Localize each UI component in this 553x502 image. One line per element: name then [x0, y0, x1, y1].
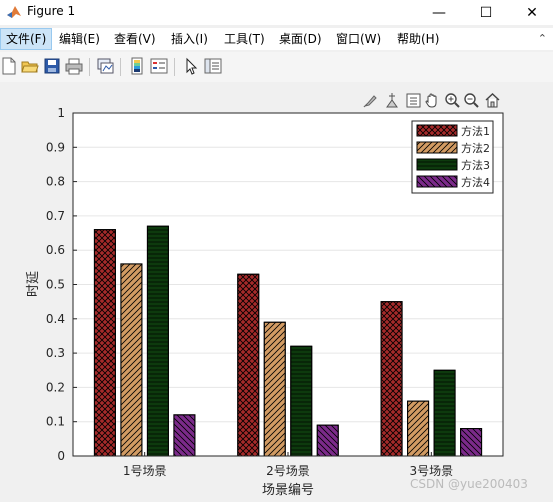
matlab-logo-icon: [7, 6, 21, 18]
bar-hatch: [460, 428, 483, 457]
menu-desktop[interactable]: 桌面(D): [274, 28, 327, 50]
close-button[interactable]: ✕: [509, 0, 553, 25]
legend-label: 方法3: [461, 158, 490, 172]
legend[interactable]: 方法1 方法2 方法3 方法4: [411, 120, 494, 194]
bar-hatch: [316, 424, 339, 457]
save-icon[interactable]: [43, 57, 61, 75]
y-axis-label: 时延: [26, 271, 41, 297]
y-tick-label: 0.8: [46, 175, 65, 189]
open-file-icon[interactable]: [21, 57, 39, 75]
legend-label: 方法4: [461, 175, 490, 189]
minimize-button[interactable]: —: [416, 0, 462, 25]
y-tick-label: 0.1: [46, 415, 65, 429]
select-arrow-icon[interactable]: [182, 57, 200, 75]
property-inspector-icon[interactable]: [204, 57, 222, 75]
y-ticks: 0 0.1 0.2 0.3 0.4 0.5 0.6 0.7 0.8 0.9 1: [46, 106, 77, 463]
bar-hatch: [146, 225, 169, 457]
watermark: CSDN @yue200403: [410, 477, 528, 491]
collapse-menu-icon[interactable]: ⌃: [538, 32, 547, 45]
y-tick-label: 0.5: [46, 278, 65, 292]
y-tick-label: 0.7: [46, 209, 65, 223]
menu-help[interactable]: 帮助(H): [392, 28, 444, 50]
toolbar-separator: [89, 58, 90, 76]
y-tick-label: 0.3: [46, 346, 65, 360]
legend-label: 方法2: [461, 141, 490, 155]
menu-edit[interactable]: 编辑(E): [54, 28, 105, 50]
bar-hatch: [120, 263, 143, 457]
y-tick-label: 0.4: [46, 312, 65, 326]
x-tick-label: 2号场景: [266, 464, 310, 478]
legend-swatch-hatch: [416, 175, 458, 188]
bar-chart: 0 0.1 0.2 0.3 0.4 0.5 0.6 0.7 0.8 0.9 1 1号场景 2号场景 3号…: [26, 106, 504, 498]
bar-hatch: [433, 369, 456, 457]
bar-hatch: [173, 414, 196, 457]
toolbar-separator: [174, 58, 175, 76]
menu-bar: 文件(F) 编辑(E) 查看(V) 插入(I) 工具(T) 桌面(D) 窗口(W…: [0, 28, 553, 50]
y-tick-label: 0.9: [46, 140, 65, 154]
y-tick-label: 1: [57, 106, 65, 120]
bar-hatch: [380, 301, 403, 457]
y-tick-label: 0: [57, 449, 65, 463]
colorbar-icon[interactable]: [128, 57, 146, 75]
maximize-button[interactable]: ☐: [463, 0, 509, 25]
legend-icon[interactable]: [150, 57, 168, 75]
print-icon[interactable]: [65, 57, 83, 75]
link-plot-icon[interactable]: [96, 57, 114, 75]
legend-swatch-hatch: [416, 158, 458, 171]
x-axis-label: 场景编号: [262, 483, 314, 498]
bar-hatch: [290, 345, 313, 457]
figure-toolbar: [0, 52, 553, 82]
y-tick-label: 0.6: [46, 243, 65, 257]
bar-hatch: [237, 273, 260, 457]
legend-label: 方法1: [461, 124, 490, 138]
menu-insert[interactable]: 插入(I): [166, 28, 213, 50]
legend-swatch-hatch: [416, 124, 458, 137]
y-tick-label: 0.2: [46, 380, 65, 394]
menu-view[interactable]: 查看(V): [109, 28, 161, 50]
window-title: Figure 1: [27, 4, 76, 18]
x-tick-label: 1号场景: [123, 464, 167, 478]
bar-hatch: [263, 321, 286, 457]
new-figure-icon[interactable]: [0, 57, 18, 75]
menu-file[interactable]: 文件(F): [0, 28, 53, 50]
toolbar-separator: [120, 58, 121, 76]
legend-swatch-hatch: [416, 141, 458, 154]
bar-hatch: [407, 400, 430, 457]
menu-window[interactable]: 窗口(W): [331, 28, 386, 50]
x-tick-label: 3号场景: [410, 464, 454, 478]
title-bar: Figure 1 — ☐ ✕: [0, 0, 553, 25]
bar-hatch: [93, 229, 116, 457]
menu-tools[interactable]: 工具(T): [219, 28, 270, 50]
